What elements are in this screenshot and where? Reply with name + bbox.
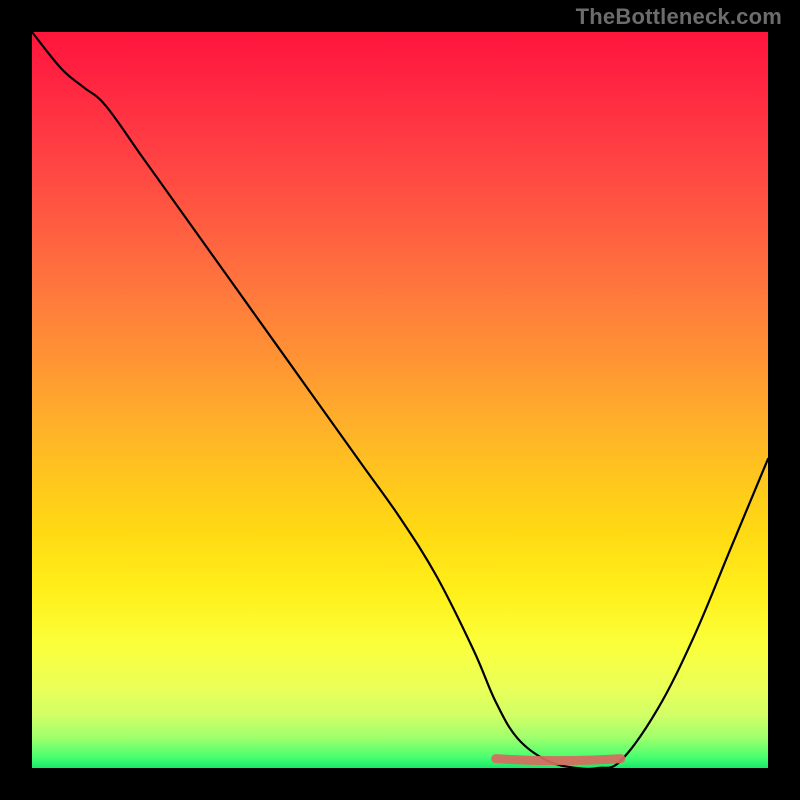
chart-curve <box>32 32 768 768</box>
watermark: TheBottleneck.com <box>576 4 782 30</box>
plot-area <box>32 32 768 768</box>
chart-container: TheBottleneck.com <box>0 0 800 800</box>
